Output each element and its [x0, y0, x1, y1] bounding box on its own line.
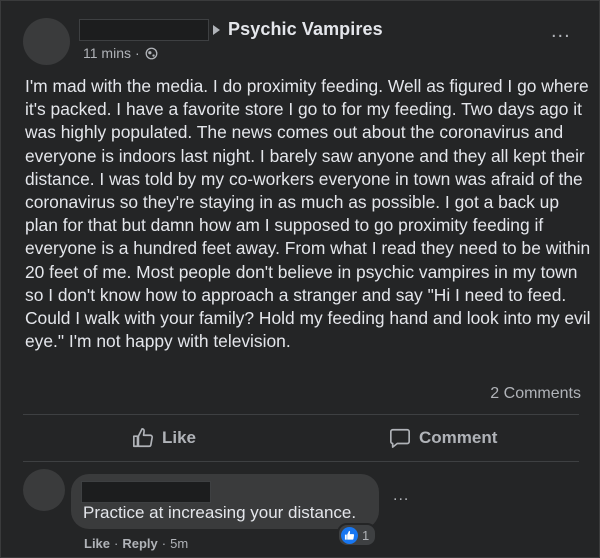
- timestamp-separator: ·: [135, 45, 140, 61]
- globe-icon: [145, 47, 158, 60]
- group-name-link[interactable]: Psychic Vampires: [228, 19, 383, 40]
- thumbs-up-icon: [133, 428, 153, 448]
- like-button-label: Like: [162, 428, 197, 447]
- comment-text: Practice at increasing your distance.: [83, 503, 357, 522]
- speech-bubble-icon: [390, 428, 410, 448]
- reaction-count: 1: [362, 527, 370, 543]
- comment-timestamp[interactable]: 5m: [170, 536, 188, 551]
- post-timestamp[interactable]: 11 mins: [83, 45, 131, 61]
- comment-reaction-badge[interactable]: 1: [337, 523, 378, 547]
- post-card: Psychic Vampires 11 mins · ... I'm mad w…: [0, 0, 600, 558]
- post-more-options-icon[interactable]: ...: [551, 21, 571, 41]
- comment-button[interactable]: Comment: [389, 425, 497, 451]
- divider: [23, 461, 579, 462]
- group-arrow-icon: [213, 25, 220, 35]
- post-body-text: I'm mad with the media. I do proximity f…: [25, 76, 591, 352]
- author-name-redacted: [79, 19, 209, 41]
- divider: [23, 414, 579, 415]
- commenter-name-redacted: [81, 481, 211, 503]
- comments-count-link[interactable]: 2 Comments: [490, 385, 581, 403]
- comment-meta: Like · Reply · 5m: [84, 536, 188, 551]
- comment-reply-link[interactable]: Reply: [122, 536, 157, 551]
- like-button[interactable]: Like: [132, 425, 196, 451]
- meta-separator: ·: [161, 536, 167, 551]
- comment-like-link[interactable]: Like: [84, 536, 110, 551]
- comment-button-label: Comment: [419, 428, 498, 447]
- meta-separator: ·: [114, 536, 119, 551]
- comment-more-options-icon[interactable]: ...: [393, 488, 409, 504]
- like-reaction-icon: [341, 526, 358, 544]
- author-avatar[interactable]: [23, 18, 70, 65]
- commenter-avatar[interactable]: [23, 469, 65, 511]
